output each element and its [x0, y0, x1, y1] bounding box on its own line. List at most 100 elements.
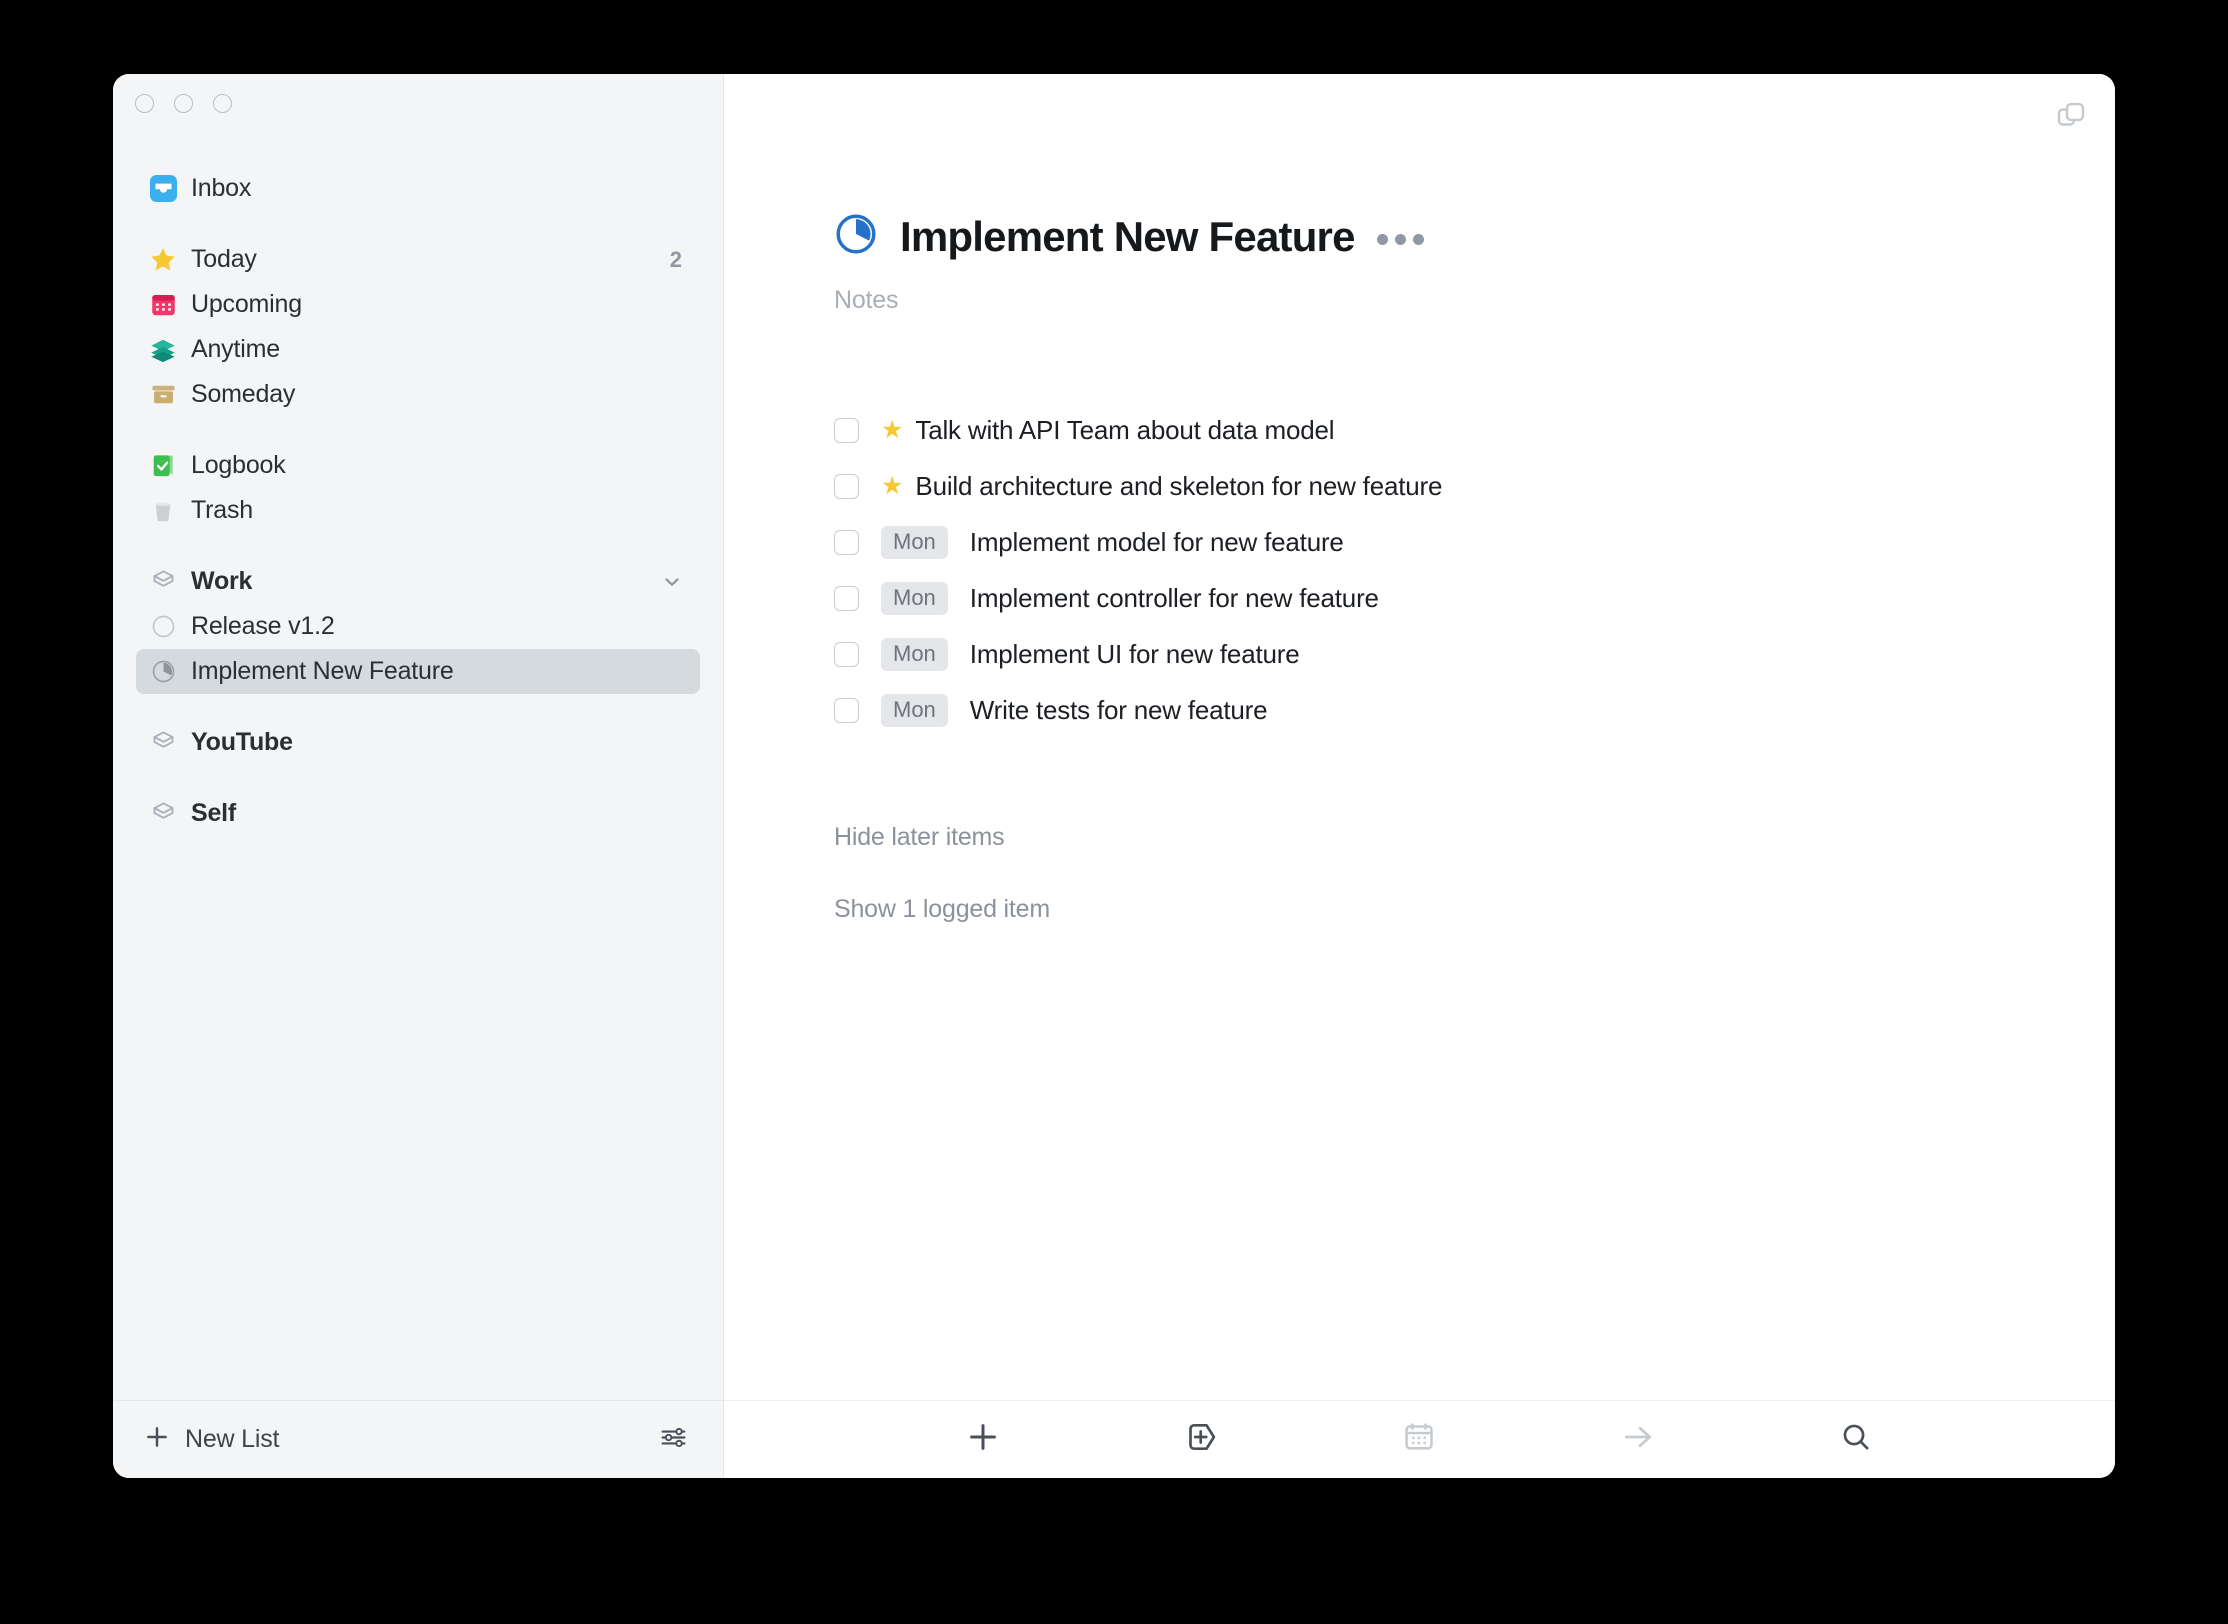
- sidebar-footer: New List: [113, 1400, 723, 1478]
- main-content: Implement New Feature Notes ★ Talk with …: [724, 74, 2115, 1478]
- sidebar-item-today[interactable]: Today 2: [136, 237, 700, 282]
- sidebar-item-label: Today: [191, 245, 257, 273]
- sidebar-item-label: Logbook: [191, 451, 286, 479]
- project-detail: Implement New Feature Notes ★ Talk with …: [724, 74, 2115, 1400]
- sidebar-item-anytime[interactable]: Anytime: [136, 327, 700, 372]
- page-title: Implement New Feature: [900, 212, 1355, 260]
- ellipsis-icon[interactable]: [1376, 228, 1424, 245]
- area-hexagon-icon: [148, 728, 178, 758]
- todo-checkbox[interactable]: [834, 529, 859, 555]
- sidebar-item-work[interactable]: Work: [136, 559, 700, 604]
- star-icon: ★: [881, 415, 904, 444]
- todo-checkbox[interactable]: [834, 585, 859, 611]
- plus-icon: [143, 1423, 171, 1456]
- due-day-badge: Mon: [881, 525, 948, 559]
- project-circle-progress-icon: [834, 212, 878, 261]
- calendar-icon: [1402, 1420, 1436, 1459]
- sidebar-nav: Inbox Today 2 Upcoming Anytime Someday L…: [113, 144, 723, 1400]
- window-traffic-lights: [113, 74, 723, 144]
- new-todo-button[interactable]: [955, 1412, 1011, 1468]
- due-day-badge: Mon: [881, 637, 948, 671]
- sidebar-item-upcoming[interactable]: Upcoming: [136, 282, 700, 327]
- todo-item[interactable]: Mon Write tests for new feature: [834, 682, 2115, 738]
- hide-later-items-link[interactable]: Hide later items: [834, 823, 2115, 852]
- new-project-button[interactable]: [1173, 1412, 1229, 1468]
- sliders-icon[interactable]: [658, 1422, 689, 1458]
- sidebar-group-archive: Logbook Trash: [113, 443, 723, 533]
- sidebar-item-label: Self: [191, 799, 237, 827]
- sidebar-item-label: Release v1.2: [191, 612, 335, 640]
- sidebar-item-label: Implement New Feature: [191, 657, 454, 685]
- new-list-button[interactable]: New List: [143, 1423, 279, 1456]
- new-project-icon: [1183, 1419, 1219, 1460]
- todo-item[interactable]: ★ Talk with API Team about data model: [834, 402, 2115, 458]
- project-circle-progress-icon: [148, 657, 178, 687]
- duplicate-window-icon[interactable]: [2051, 96, 2091, 136]
- area-hexagon-icon: [148, 567, 178, 597]
- sidebar-item-implement-new-feature[interactable]: Implement New Feature: [136, 649, 700, 694]
- search-button[interactable]: [1828, 1412, 1884, 1468]
- archive-box-icon: [148, 380, 178, 410]
- sidebar-item-someday[interactable]: Someday: [136, 372, 700, 417]
- arrow-right-icon: [1620, 1419, 1656, 1460]
- todo-title: Implement model for new feature: [969, 526, 1344, 557]
- sidebar-item-label: Inbox: [191, 174, 252, 202]
- sidebar-item-self[interactable]: Self: [136, 791, 700, 836]
- zoom-button[interactable]: [213, 94, 232, 113]
- minimize-button[interactable]: [174, 94, 193, 113]
- sidebar-item-label: YouTube: [191, 728, 293, 756]
- sidebar-item-inbox[interactable]: Inbox: [136, 166, 700, 211]
- chevron-down-icon[interactable]: [660, 570, 688, 594]
- todo-title: Write tests for new feature: [969, 694, 1268, 725]
- new-list-label: New List: [185, 1425, 280, 1453]
- main-toolbar: [724, 1400, 2115, 1478]
- ellipsis-dot: [1376, 234, 1388, 245]
- close-button[interactable]: [135, 94, 154, 113]
- sidebar-item-trash[interactable]: Trash: [136, 488, 700, 533]
- sidebar-group-youtube: YouTube: [113, 720, 723, 765]
- todo-item[interactable]: Mon Implement controller for new feature: [834, 570, 2115, 626]
- project-circle-empty-icon: [148, 612, 178, 642]
- logbook-icon: [148, 451, 178, 481]
- notes-field[interactable]: Notes: [834, 286, 2115, 315]
- sidebar-item-label: Upcoming: [191, 290, 302, 318]
- calendar-icon: [148, 290, 178, 320]
- todo-title: Talk with API Team about data model: [915, 414, 1335, 445]
- area-hexagon-icon: [148, 799, 178, 829]
- todo-checkbox[interactable]: [834, 417, 859, 443]
- sidebar-item-youtube[interactable]: YouTube: [136, 720, 700, 765]
- sidebar-item-label: Work: [191, 567, 253, 595]
- todo-title: Build architecture and skeleton for new …: [915, 470, 1443, 501]
- sidebar-group-inbox: Inbox: [113, 166, 723, 211]
- ellipsis-dot: [1394, 234, 1406, 245]
- due-day-badge: Mon: [881, 693, 948, 727]
- sidebar-group-work: Work Release v1.2 Implement New Feature: [113, 559, 723, 694]
- sidebar-item-label: Someday: [191, 380, 296, 408]
- plus-icon: [965, 1419, 1001, 1460]
- todo-item[interactable]: ★ Build architecture and skeleton for ne…: [834, 458, 2115, 514]
- sidebar-item-label: Trash: [191, 496, 253, 524]
- todo-list: ★ Talk with API Team about data model ★ …: [834, 402, 2115, 738]
- trash-icon: [148, 496, 178, 526]
- move-button[interactable]: [1610, 1412, 1666, 1468]
- todo-title: Implement controller for new feature: [969, 582, 1379, 613]
- todo-checkbox[interactable]: [834, 473, 859, 499]
- app-window: Inbox Today 2 Upcoming Anytime Someday L…: [113, 74, 2115, 1478]
- todo-checkbox[interactable]: [834, 641, 859, 667]
- todo-item[interactable]: Mon Implement UI for new feature: [834, 626, 2115, 682]
- project-header: Implement New Feature: [834, 212, 2115, 261]
- todo-title: Implement UI for new feature: [969, 638, 1300, 669]
- today-count-badge: 2: [669, 246, 682, 272]
- star-icon: ★: [881, 471, 904, 500]
- due-day-badge: Mon: [881, 581, 948, 615]
- sidebar-group-self: Self: [113, 791, 723, 836]
- search-icon: [1839, 1420, 1873, 1459]
- show-logged-item-link[interactable]: Show 1 logged item: [834, 895, 2115, 924]
- sidebar-item-release-v1-2[interactable]: Release v1.2: [136, 604, 700, 649]
- sidebar-item-logbook[interactable]: Logbook: [136, 443, 700, 488]
- schedule-button[interactable]: [1391, 1412, 1447, 1468]
- todo-item[interactable]: Mon Implement model for new feature: [834, 514, 2115, 570]
- sidebar-item-label: Anytime: [191, 335, 280, 363]
- inbox-icon: [148, 174, 178, 204]
- todo-checkbox[interactable]: [834, 697, 859, 723]
